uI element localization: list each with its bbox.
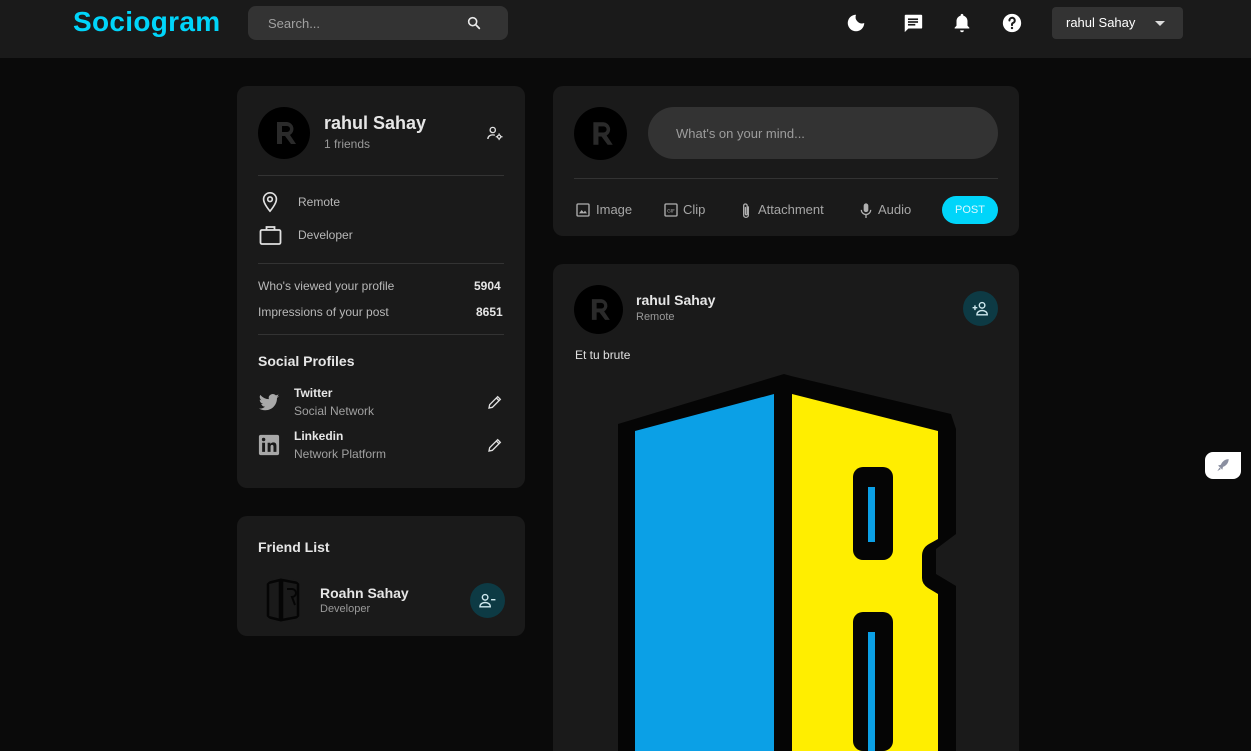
- divider: [258, 175, 504, 176]
- friend-occupation: Developer: [320, 603, 371, 615]
- stat-label-profile-views: Who's viewed your profile: [258, 279, 395, 293]
- help-icon[interactable]: [1001, 12, 1023, 34]
- post-button[interactable]: POST: [942, 196, 998, 224]
- attachment-icon: [743, 203, 749, 219]
- friend-list-title: Friend List: [258, 539, 330, 555]
- add-friend-button[interactable]: [963, 291, 998, 326]
- search-input[interactable]: [268, 6, 458, 40]
- floating-launch-button[interactable]: [1205, 452, 1241, 479]
- add-attachment-button[interactable]: Attachment: [739, 201, 829, 219]
- stat-label-impressions: Impressions of your post: [258, 305, 389, 319]
- location-icon: [262, 192, 278, 213]
- add-audio-button[interactable]: Audio: [859, 201, 914, 219]
- friend-avatar[interactable]: [260, 577, 306, 623]
- post-input-wrapper: [648, 107, 998, 159]
- edit-icon[interactable]: [487, 437, 503, 453]
- notification-icon[interactable]: [951, 12, 973, 34]
- message-icon[interactable]: [902, 12, 924, 34]
- twitter-icon: [258, 394, 280, 411]
- rocket-icon: [1217, 459, 1229, 472]
- profile-name[interactable]: rahul Sahay: [324, 113, 426, 134]
- top-navbar: Sociogram rahul Sahay: [0, 0, 1251, 58]
- divider: [258, 263, 504, 264]
- divider: [258, 334, 504, 335]
- profile-friends-count: 1 friends: [324, 137, 371, 151]
- post-author-location: Remote: [636, 311, 675, 323]
- post-author-avatar[interactable]: [574, 285, 623, 334]
- social-name-twitter: Twitter: [294, 386, 333, 400]
- divider: [574, 178, 998, 179]
- post-input[interactable]: [676, 107, 976, 159]
- user-dropdown-value: rahul Sahay: [1066, 15, 1136, 30]
- search-icon[interactable]: [466, 15, 482, 31]
- social-desc-twitter: Social Network: [294, 404, 375, 418]
- profile-occupation: Developer: [298, 228, 353, 242]
- social-desc-linkedin: Network Platform: [294, 447, 387, 461]
- dark-mode-icon[interactable]: [845, 12, 867, 34]
- person-add-icon: [972, 301, 988, 316]
- add-clip-label: Clip: [683, 202, 706, 217]
- post-description: Et tu brute: [575, 348, 631, 362]
- search-bar: [248, 6, 508, 40]
- person-remove-icon: [479, 593, 496, 608]
- remove-friend-button[interactable]: [470, 583, 505, 618]
- stat-value-profile-views: 5904: [474, 279, 501, 293]
- add-clip-button[interactable]: GIF Clip: [663, 201, 708, 219]
- gif-icon: GIF: [664, 203, 678, 217]
- svg-text:GIF: GIF: [667, 208, 675, 214]
- profile-avatar[interactable]: [258, 107, 310, 159]
- add-image-label: Image: [596, 202, 633, 217]
- mic-icon: [860, 203, 872, 218]
- profile-location: Remote: [298, 195, 341, 209]
- image-icon: [576, 203, 590, 217]
- app-logo[interactable]: Sociogram: [73, 6, 220, 38]
- edit-icon[interactable]: [487, 394, 503, 410]
- linkedin-icon: [258, 434, 280, 456]
- add-audio-label: Audio: [878, 202, 912, 217]
- stat-value-impressions: 8651: [476, 305, 503, 319]
- add-image-button[interactable]: Image: [575, 201, 635, 219]
- chevron-down-icon: [1155, 21, 1165, 26]
- user-dropdown[interactable]: rahul Sahay: [1052, 7, 1183, 39]
- post-image[interactable]: [616, 374, 958, 751]
- composer-avatar[interactable]: [574, 107, 627, 160]
- social-name-linkedin: Linkedin: [294, 429, 344, 443]
- add-attachment-label: Attachment: [758, 202, 824, 217]
- manage-account-icon[interactable]: [486, 124, 504, 142]
- work-icon: [259, 226, 282, 245]
- friend-name[interactable]: Roahn Sahay: [320, 585, 409, 601]
- post-author-name[interactable]: rahul Sahay: [636, 292, 715, 308]
- social-profiles-title: Social Profiles: [258, 353, 355, 369]
